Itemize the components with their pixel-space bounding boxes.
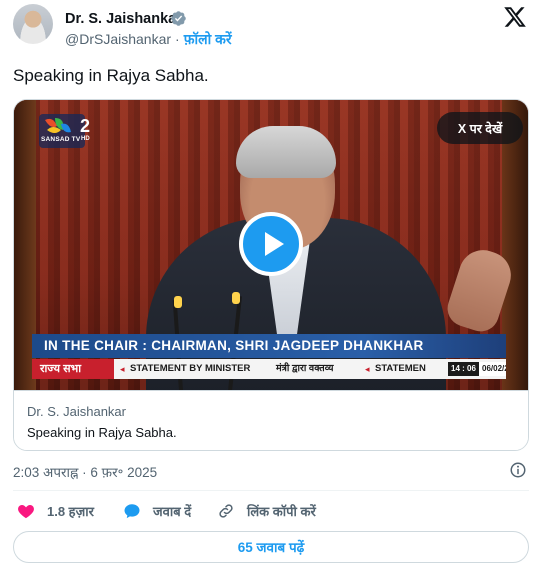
divider <box>13 490 529 491</box>
channel-number: 2 <box>80 116 91 136</box>
tweet-actions: 1.8 हज़ार जवाब दें लिंक कॉपी करें <box>13 500 529 522</box>
watch-on-x-button[interactable]: X पर देखें <box>437 112 523 144</box>
play-button[interactable] <box>239 212 303 276</box>
embedded-text: Speaking in Rajya Sabha. <box>27 425 177 440</box>
heart-icon <box>18 505 34 519</box>
tweet-timestamp[interactable]: 2:03 अपराह्न · 6 फ़र॰ 2025 <box>13 463 157 481</box>
author-avatar[interactable] <box>13 4 53 44</box>
ticker-arrow-icon: ◂ <box>120 364 125 374</box>
microphone-right-tip <box>232 292 240 304</box>
verified-badge-icon <box>171 11 186 26</box>
read-replies-button[interactable]: 65 जवाब पढ़ें <box>13 531 529 563</box>
reply-bubble-icon <box>124 504 140 519</box>
chair-banner: IN THE CHAIR : CHAIRMAN, SHRI JAGDEEP DH… <box>32 334 506 358</box>
news-ticker: राज्य सभा ◂ STATEMENT BY MINISTER मंत्री… <box>32 359 506 379</box>
reply-label: जवाब दें <box>153 504 192 519</box>
video-player[interactable]: SANSAD TV 2 HD X पर देखें IN THE CHAIR :… <box>14 100 528 390</box>
ticker-item-1: STATEMENT BY MINISTER <box>130 363 251 374</box>
channel-hd-label: HD <box>81 136 90 142</box>
x-logo-icon[interactable] <box>503 5 527 29</box>
embedded-video-card[interactable]: SANSAD TV 2 HD X पर देखें IN THE CHAIR :… <box>13 99 529 451</box>
author-handle-row: @DrSJaishankar · फ़ॉलो करें <box>65 30 232 49</box>
copy-link-label: लिंक कॉपी करें <box>247 504 316 519</box>
tweet-text: Speaking in Rajya Sabha. <box>13 66 209 85</box>
copy-link-button[interactable]: लिंक कॉपी करें <box>217 500 316 522</box>
link-icon <box>219 504 233 518</box>
embedded-tweet-meta[interactable]: Dr. S. Jaishankar Speaking in Rajya Sabh… <box>14 390 528 450</box>
ticker-date: 06/02/25 <box>479 362 506 376</box>
sansad-tv-label: SANSAD TV <box>41 136 81 143</box>
ticker-item-3: STATEMEN <box>375 363 426 374</box>
ticker-time: 14 : 06 <box>448 362 479 376</box>
follow-button[interactable]: फ़ॉलो करें <box>184 31 232 47</box>
tweet-embed-card: Dr. S. Jaishankar @DrSJaishankar · फ़ॉलो क… <box>0 0 539 575</box>
like-count: 1.8 हज़ार <box>47 504 94 519</box>
info-icon[interactable] <box>509 461 527 479</box>
microphone-left-tip <box>174 296 182 308</box>
play-icon <box>265 232 284 256</box>
separator-dot: · <box>175 31 180 47</box>
reply-button[interactable]: जवाब दें <box>123 500 191 522</box>
ticker-item-2: मंत्री द्वारा वक्तव्य <box>276 363 334 374</box>
author-handle[interactable]: @DrSJaishankar <box>65 31 171 47</box>
ticker-arrow-icon: ◂ <box>365 364 370 374</box>
ticker-badge: राज्य सभा <box>32 359 114 379</box>
embedded-author: Dr. S. Jaishankar <box>27 404 126 419</box>
speaker-hair <box>236 126 336 178</box>
author-name[interactable]: Dr. S. Jaishankar <box>65 11 182 27</box>
like-button[interactable]: 1.8 हज़ार <box>17 500 94 522</box>
